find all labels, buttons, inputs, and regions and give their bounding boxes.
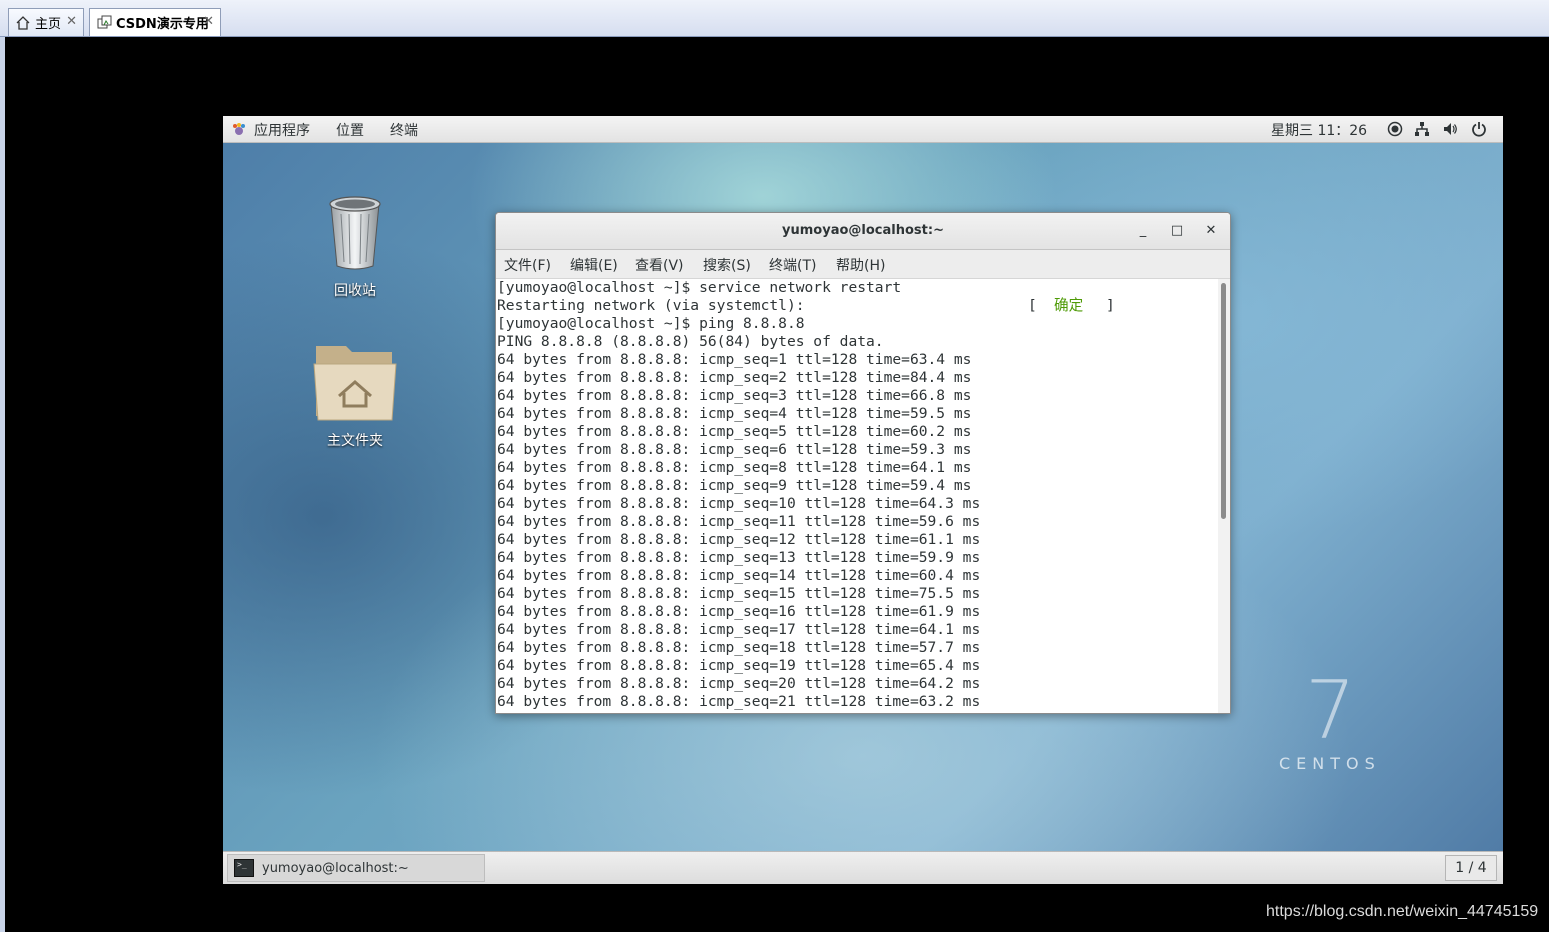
tab-home-label: 主页: [35, 17, 62, 32]
terminal-line: 64 bytes from 8.8.8.8: icmp_seq=8 ttl=12…: [497, 459, 972, 476]
volume-icon[interactable]: [1442, 121, 1459, 138]
terminal-line: 64 bytes from 8.8.8.8: icmp_seq=6 ttl=12…: [497, 441, 972, 458]
taskbar-terminal-button[interactable]: yumoyao@localhost:~: [227, 854, 485, 882]
tab-csdn-close-icon[interactable]: ✕: [203, 14, 214, 29]
tab-csdn-label: CSDN演示专用: [116, 17, 209, 32]
vm-screen[interactable]: 应用程序 位置 终端 星期三 11：26 回收站 主文件夹 7 CENTOS y…: [223, 116, 1503, 884]
desktop-icon-trash[interactable]: 回收站: [305, 194, 405, 300]
terminal-window[interactable]: yumoyao@localhost:~ _ □ ✕ 文件(F) 编辑(E) 查看…: [495, 212, 1231, 714]
status-bracket-open: [: [1028, 297, 1037, 314]
gnome-bottom-bar: yumoyao@localhost:~ 1 / 4: [223, 851, 1503, 884]
terminal-line: 64 bytes from 8.8.8.8: icmp_seq=2 ttl=12…: [497, 369, 972, 386]
home-folder-label: 主文件夹: [327, 433, 383, 449]
home-icon: [15, 15, 31, 31]
status-ok: 确定: [1054, 297, 1084, 314]
menu-help[interactable]: 帮助(H): [836, 255, 885, 275]
terminal-line: [yumoyao@localhost ~]$ ping 8.8.8.8: [497, 315, 805, 332]
host-left-border: [0, 37, 5, 932]
terminal-line: 64 bytes from 8.8.8.8: icmp_seq=14 ttl=1…: [497, 567, 981, 584]
terminal-line: 64 bytes from 8.8.8.8: icmp_seq=15 ttl=1…: [497, 585, 981, 602]
menu-applications[interactable]: 应用程序: [254, 120, 310, 140]
terminal-scrollbar[interactable]: [1218, 279, 1230, 713]
terminal-menubar: 文件(F) 编辑(E) 查看(V) 搜索(S) 终端(T) 帮助(H): [496, 250, 1230, 279]
terminal-line: 64 bytes from 8.8.8.8: icmp_seq=18 ttl=1…: [497, 639, 981, 656]
menu-file[interactable]: 文件(F): [504, 255, 551, 275]
tab-home-close-icon[interactable]: ✕: [66, 14, 77, 29]
terminal-line: 64 bytes from 8.8.8.8: icmp_seq=17 ttl=1…: [497, 621, 981, 638]
centos-brand-text: CENTOS: [1279, 754, 1381, 773]
tab-home[interactable]: 主页 ✕: [8, 8, 84, 36]
terminal-line: 64 bytes from 8.8.8.8: icmp_seq=13 ttl=1…: [497, 549, 981, 566]
terminal-title: yumoyao@localhost:~: [782, 223, 944, 238]
terminal-line-text: Restarting network (via systemctl):: [497, 297, 805, 314]
tab-csdn-vm[interactable]: CSDN演示专用 ✕: [89, 8, 221, 36]
gnome-top-bar: 应用程序 位置 终端 星期三 11：26: [223, 116, 1503, 143]
terminal-line: 64 bytes from 8.8.8.8: icmp_seq=10 ttl=1…: [497, 495, 981, 512]
host-tab-bar: 主页 ✕ CSDN演示专用 ✕: [0, 0, 1549, 37]
terminal-line: Restarting network (via systemctl): [ 确定]: [496, 297, 1218, 315]
terminal-output[interactable]: [yumoyao@localhost ~]$ service network r…: [496, 279, 1218, 713]
menu-edit[interactable]: 编辑(E): [570, 255, 618, 275]
status-bracket-close: ]: [1106, 297, 1115, 314]
clock[interactable]: 星期三 11：26: [1271, 120, 1367, 140]
menu-view[interactable]: 查看(V): [635, 255, 684, 275]
accessibility-icon[interactable]: [1387, 121, 1404, 138]
terminal-line: 64 bytes from 8.8.8.8: icmp_seq=11 ttl=1…: [497, 513, 981, 530]
menu-terminal[interactable]: 终端: [390, 120, 418, 140]
home-folder-icon: [313, 346, 397, 421]
menu-terminal-menu[interactable]: 终端(T): [769, 255, 816, 275]
taskbar-terminal-label: yumoyao@localhost:~: [262, 860, 409, 876]
terminal-line: PING 8.8.8.8 (8.8.8.8) 56(84) bytes of d…: [497, 333, 884, 350]
terminal-line: 64 bytes from 8.8.8.8: icmp_seq=4 ttl=12…: [497, 405, 972, 422]
menu-places[interactable]: 位置: [336, 120, 364, 140]
workspace-switcher[interactable]: 1 / 4: [1445, 855, 1497, 881]
terminal-line: [yumoyao@localhost ~]$ service network r…: [497, 279, 902, 296]
maximize-button[interactable]: □: [1168, 222, 1186, 240]
centos-brand-number: 7: [1305, 664, 1356, 757]
terminal-icon: [234, 859, 254, 877]
power-icon[interactable]: [1471, 121, 1488, 138]
terminal-line: 64 bytes from 8.8.8.8: icmp_seq=1 ttl=12…: [497, 351, 972, 368]
terminal-scroll-thumb[interactable]: [1221, 283, 1226, 519]
terminal-line: 64 bytes from 8.8.8.8: icmp_seq=16 ttl=1…: [497, 603, 981, 620]
terminal-line: 64 bytes from 8.8.8.8: icmp_seq=20 ttl=1…: [497, 675, 981, 692]
network-icon[interactable]: [1414, 121, 1431, 138]
terminal-line: 64 bytes from 8.8.8.8: icmp_seq=5 ttl=12…: [497, 423, 972, 440]
menu-search[interactable]: 搜索(S): [703, 255, 751, 275]
trash-label: 回收站: [334, 283, 376, 299]
minimize-button[interactable]: _: [1134, 222, 1152, 240]
vm-icon: [96, 15, 112, 31]
terminal-titlebar[interactable]: yumoyao@localhost:~ _ □ ✕: [496, 213, 1230, 250]
close-button[interactable]: ✕: [1202, 222, 1220, 240]
terminal-line: 64 bytes from 8.8.8.8: icmp_seq=19 ttl=1…: [497, 657, 981, 674]
trash-icon: [329, 196, 381, 270]
terminal-line: 64 bytes from 8.8.8.8: icmp_seq=9 ttl=12…: [497, 477, 972, 494]
source-watermark: https://blog.csdn.net/weixin_44745159: [1266, 903, 1539, 920]
terminal-line: 64 bytes from 8.8.8.8: icmp_seq=12 ttl=1…: [497, 531, 981, 548]
gnome-foot-icon: [231, 122, 247, 138]
terminal-line: 64 bytes from 8.8.8.8: icmp_seq=3 ttl=12…: [497, 387, 972, 404]
terminal-line: 64 bytes from 8.8.8.8: icmp_seq=21 ttl=1…: [497, 693, 981, 710]
desktop-icon-home-folder[interactable]: 主文件夹: [305, 340, 405, 450]
